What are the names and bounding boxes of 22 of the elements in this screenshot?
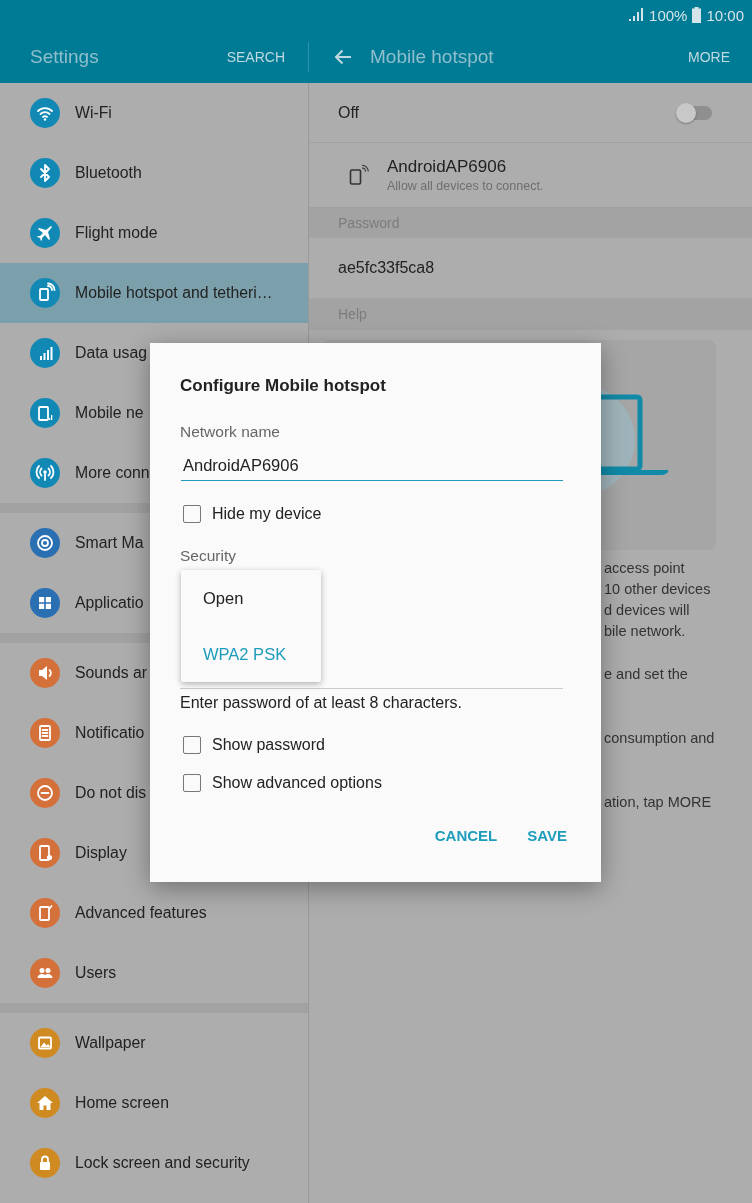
page-title: Mobile hotspot bbox=[370, 45, 495, 68]
field-label: Security bbox=[180, 546, 237, 566]
app-title: Settings bbox=[30, 45, 99, 68]
checkbox-label: Show password bbox=[212, 736, 325, 754]
dialog-title: Configure Mobile hotspot bbox=[180, 375, 387, 397]
switch-label: Off bbox=[338, 103, 360, 122]
network-name: AndroidAP6906 bbox=[387, 157, 508, 177]
password-value: ae5fc33f5ca8 bbox=[338, 259, 435, 277]
help-text: d devices will bbox=[604, 601, 691, 620]
battery-percent: 100% bbox=[649, 6, 688, 24]
help-text: access point bbox=[604, 559, 686, 578]
help-text: consumption and bbox=[604, 729, 716, 748]
help-text: bile network. bbox=[604, 622, 687, 641]
checkbox-label: Hide my device bbox=[212, 505, 322, 523]
password-hint: Enter password of at least 8 characters. bbox=[180, 693, 463, 713]
clock: 10:00 bbox=[706, 6, 744, 24]
network-subtitle: Allow all devices to connect. bbox=[387, 179, 544, 193]
help-text: 10 other devices bbox=[604, 580, 712, 599]
field-label: Network name bbox=[180, 422, 281, 442]
help-text: e and set the bbox=[604, 665, 689, 684]
checkbox-label: Show advanced options bbox=[212, 774, 382, 792]
help-text: ation, tap MORE bbox=[604, 793, 713, 812]
